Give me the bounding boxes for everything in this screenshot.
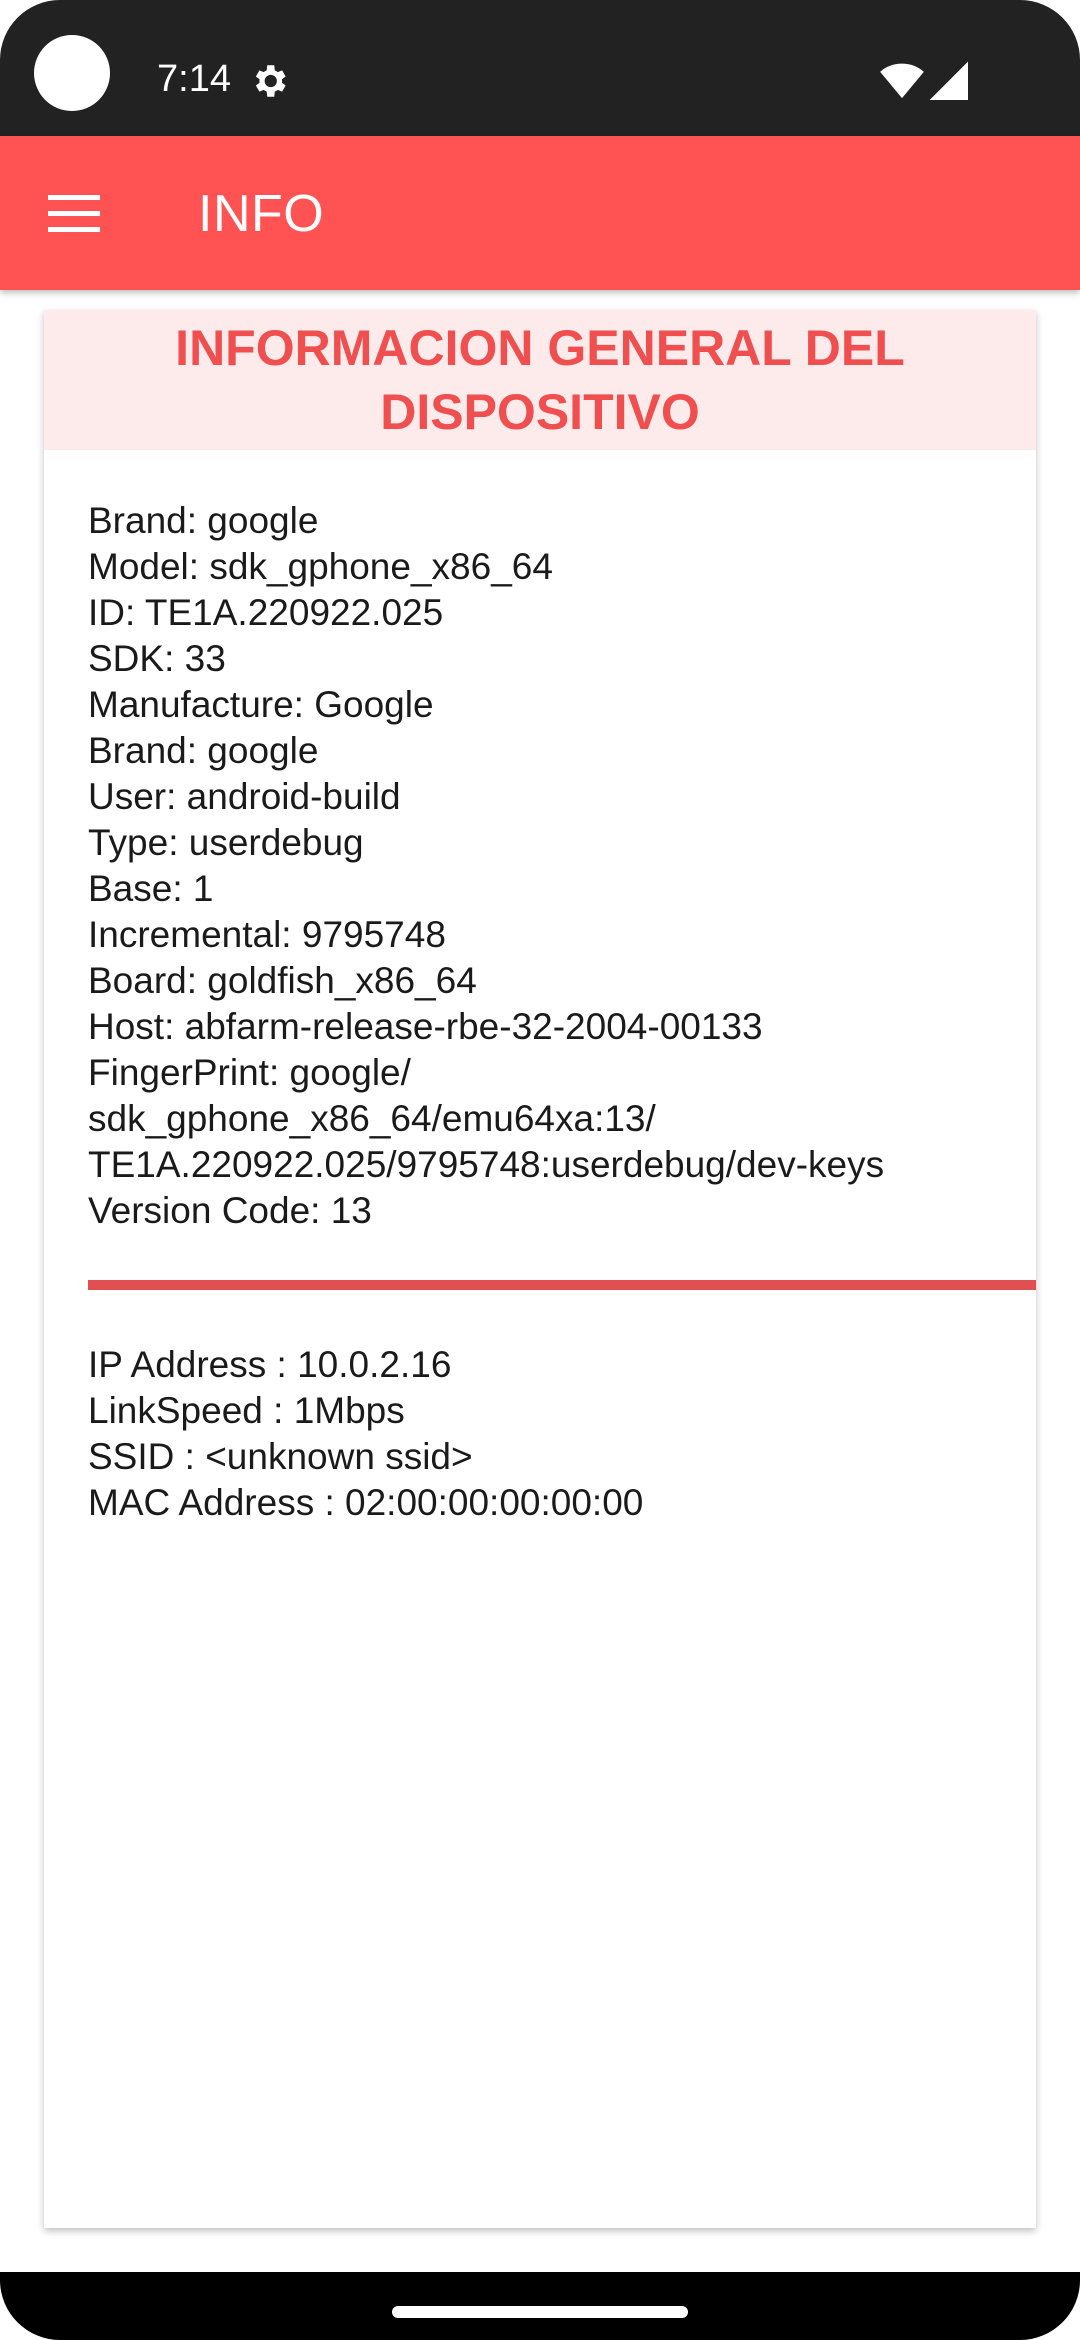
net-ip-address: IP Address : 10.0.2.16 (88, 1344, 452, 1385)
signal-icon (929, 61, 968, 100)
info-brand-2: Brand: google (88, 730, 319, 771)
status-bar: 7:14 (0, 0, 1080, 136)
network-info-list: IP Address : 10.0.2.16 LinkSpeed : 1Mbps… (88, 1342, 1018, 1526)
info-user: User: android-build (88, 776, 401, 817)
device-info-card: INFORMACION GENERAL DEL DISPOSITIVO Bran… (44, 310, 1036, 2228)
status-time: 7:14 (157, 58, 231, 100)
gear-icon (255, 65, 286, 97)
card-header: INFORMACION GENERAL DEL DISPOSITIVO (44, 310, 1036, 450)
home-gesture-handle[interactable] (392, 2306, 688, 2318)
info-version-code: Version Code: 13 (88, 1190, 372, 1231)
app-bar: INFO (0, 136, 1080, 290)
info-fingerprint-1: FingerPrint: google/ (88, 1052, 411, 1093)
info-type: Type: userdebug (88, 822, 364, 863)
info-fingerprint-3: TE1A.220922.025/9795748:userdebug/dev-ke… (88, 1144, 885, 1185)
info-manufacture: Manufacture: Google (88, 684, 434, 725)
info-id: ID: TE1A.220922.025 (88, 592, 444, 633)
navigation-bar (0, 2272, 1080, 2340)
net-ssid: SSID : <unknown ssid> (88, 1436, 473, 1477)
info-sdk: SDK: 33 (88, 638, 226, 679)
device-info-list: Brand: google Model: sdk_gphone_x86_64 I… (88, 498, 1018, 1234)
net-mac-address: MAC Address : 02:00:00:00:00:00 (88, 1482, 644, 1523)
info-base: Base: 1 (88, 868, 214, 909)
card-title: INFORMACION GENERAL DEL DISPOSITIVO (175, 320, 905, 440)
info-board: Board: goldfish_x86_64 (88, 960, 477, 1001)
info-model: Model: sdk_gphone_x86_64 (88, 546, 553, 587)
info-host: Host: abfarm-release-rbe-32-2004-00133 (88, 1006, 763, 1047)
section-divider (88, 1280, 1036, 1290)
info-incremental: Incremental: 9795748 (88, 914, 446, 955)
camera-cutout (34, 35, 110, 111)
app-title: INFO (198, 185, 325, 243)
info-fingerprint-2: sdk_gphone_x86_64/emu64xa:13/ (88, 1098, 656, 1139)
wifi-icon (880, 63, 924, 99)
net-link-speed: LinkSpeed : 1Mbps (88, 1390, 405, 1431)
hamburger-menu-icon[interactable] (40, 184, 112, 242)
info-brand: Brand: google (88, 500, 319, 541)
